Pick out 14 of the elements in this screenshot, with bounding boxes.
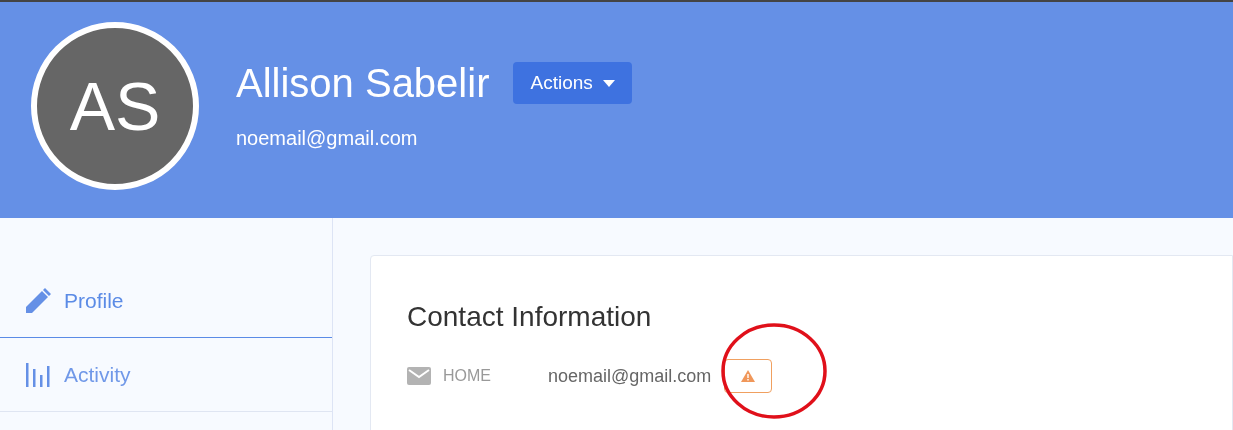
caret-icon [602, 79, 615, 87]
field-value: noemail@gmail.com [548, 364, 712, 388]
pencil-icon [25, 288, 51, 314]
actions-button[interactable]: Actions [513, 62, 632, 104]
field-label: HOME [443, 366, 492, 386]
avatar: AS [31, 22, 199, 190]
warning-icon [741, 370, 756, 382]
bar-chart-icon [25, 362, 51, 387]
sidebar-item[interactable]: Activity [0, 338, 332, 412]
profile-name: Allison Sabelir [236, 60, 490, 107]
section-title: Contact Information [407, 300, 653, 334]
profile-email: noemail@gmail.com [236, 126, 419, 151]
warning-button[interactable] [724, 359, 773, 393]
envelope-icon [407, 367, 431, 385]
